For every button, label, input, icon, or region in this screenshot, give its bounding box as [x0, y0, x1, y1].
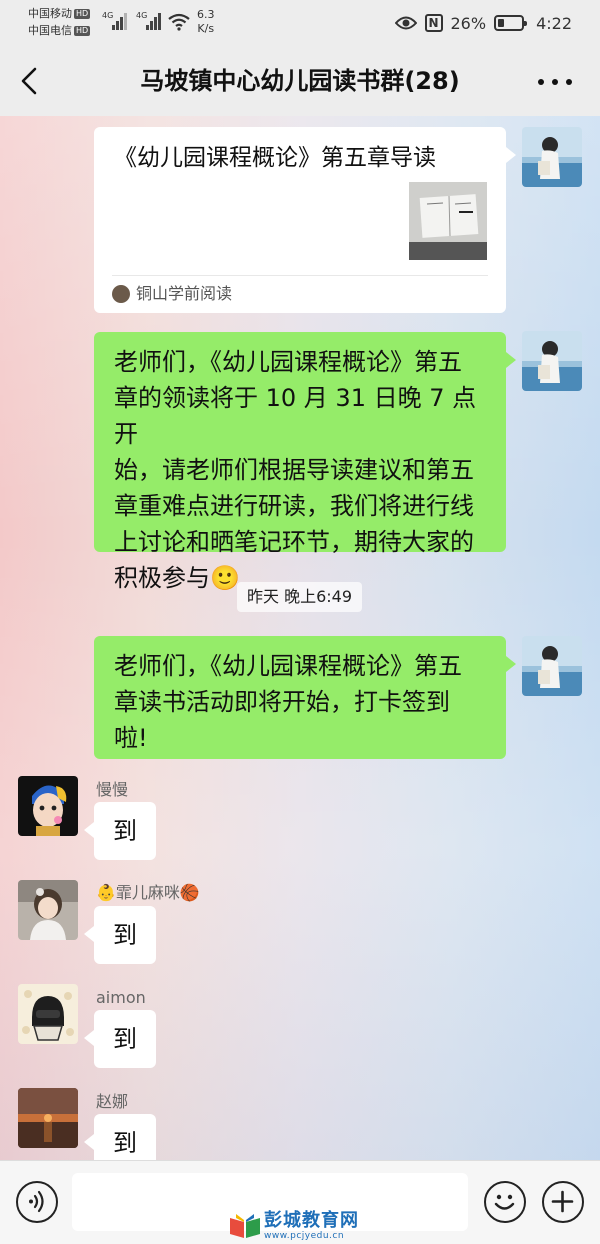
- status-time: 4:22: [536, 13, 572, 33]
- battery-percent: 26%: [450, 13, 487, 33]
- text-message-outgoing[interactable]: 老师们，《幼儿园课程概论》第五 章读书活动即将开始，打卡签到 啦!: [94, 636, 516, 759]
- network-speed: 6.3 K/s: [197, 8, 215, 36]
- carrier-2-label: 中国电信: [28, 24, 72, 37]
- message-list[interactable]: 《幼儿园课程概论》第五章导读 铜山学前阅读 老师们，《幼儿园课程概论》第五 章的…: [0, 116, 600, 1160]
- text-message-incoming[interactable]: 到: [84, 1114, 156, 1160]
- speed-value: 6.3: [197, 8, 215, 21]
- book-logo-icon: [230, 1214, 260, 1238]
- member-avatar-aimon[interactable]: [18, 984, 78, 1044]
- message-line: 啦!: [114, 724, 148, 752]
- more-dots-icon: [552, 79, 558, 85]
- sender-name: 赵娜: [96, 1092, 129, 1111]
- self-avatar[interactable]: [522, 331, 582, 391]
- text-message-incoming[interactable]: 到: [84, 802, 156, 860]
- chat-header: 马坡镇中心幼儿园读书群(28): [0, 46, 600, 116]
- message-line: 老师们，《幼儿园课程概论》第五: [114, 348, 462, 376]
- chat-title: 马坡镇中心幼儿园读书群(28): [140, 67, 460, 95]
- link-card-divider: [112, 275, 488, 276]
- wifi-icon: [168, 13, 190, 31]
- source-account-icon: [112, 285, 130, 303]
- message-line: 始，请老师们根据导读建议和第五: [114, 456, 474, 484]
- member-avatar-image: [18, 984, 78, 1044]
- notebook-photo-image: [409, 182, 487, 260]
- eye-icon: [394, 16, 417, 30]
- carrier-1-label: 中国移动: [28, 7, 72, 20]
- message-line: 章重难点进行研读，我们将进行线: [114, 492, 474, 520]
- battery-icon: [494, 15, 528, 31]
- emoji-icon: [494, 1194, 515, 1210]
- self-avatar[interactable]: [522, 636, 582, 696]
- plus-icon: [551, 1190, 574, 1213]
- link-card-message[interactable]: 《幼儿园课程概论》第五章导读 铜山学前阅读: [94, 127, 516, 313]
- link-card-source: 铜山学前阅读: [136, 284, 233, 303]
- member-avatar-image: [18, 1088, 78, 1148]
- member-avatar-manman[interactable]: [18, 776, 78, 836]
- voice-button[interactable]: [16, 1181, 58, 1223]
- more-dots-icon: [538, 79, 544, 85]
- message-line-last-text: 积极参与: [114, 564, 210, 592]
- member-avatar-image: [18, 880, 78, 940]
- carrier-1: 中国移动 HD: [28, 7, 91, 20]
- emoji-button[interactable]: [484, 1181, 526, 1223]
- more-button[interactable]: [536, 64, 576, 98]
- sender-name: 慢慢: [96, 780, 129, 799]
- text-message-incoming[interactable]: 到: [84, 906, 156, 964]
- sender-name: 👶霏儿麻咪🏀: [96, 883, 200, 902]
- text-message-outgoing[interactable]: 老师们，《幼儿园课程概论》第五 章的领读将于 10 月 31 日晚 7 点开 始…: [94, 332, 516, 592]
- link-card-title: 《幼儿园课程概论》第五章导读: [114, 145, 436, 171]
- message-line: 老师们，《幼儿园课程概论》第五: [114, 652, 462, 680]
- self-avatar-image: [522, 331, 582, 391]
- wechat-group-chat-screen: 中国移动 HD 中国电信 HD 4G 4G 6.3 K/s N 26% 4:22…: [0, 0, 600, 1244]
- self-avatar-image: [522, 127, 582, 187]
- more-dots-icon: [566, 79, 572, 85]
- voice-icon: [29, 1190, 44, 1213]
- smile-emoji-icon: 🙂: [210, 564, 240, 592]
- site-watermark: 彭城教育网 www.pcjyedu.cn: [228, 1210, 376, 1242]
- watermark-text: 彭城教育网: [264, 1210, 359, 1231]
- member-avatar-zhaona[interactable]: [18, 1088, 78, 1148]
- time-divider: 昨天 晚上6:49: [237, 582, 363, 612]
- watermark-url: www.pcjyedu.cn: [264, 1231, 345, 1241]
- speed-unit: K/s: [197, 22, 215, 35]
- self-avatar-image: [522, 636, 582, 696]
- sender-name: aimon: [96, 988, 146, 1007]
- status-right-group: N 26% 4:22: [394, 12, 572, 34]
- signal-bars-icon: [146, 12, 162, 30]
- text-message-incoming[interactable]: 到: [84, 1010, 156, 1068]
- signal-bars-icon: [112, 12, 128, 30]
- battery-fill: [498, 19, 505, 27]
- link-card-thumbnail: [409, 182, 487, 260]
- message-line: 章读书活动即将开始，打卡签到: [114, 688, 450, 716]
- member-avatar-image: [18, 776, 78, 836]
- member-avatar-feier[interactable]: [18, 880, 78, 940]
- hd-badge: HD: [74, 26, 91, 36]
- message-line: 上讨论和晒笔记环节，期待大家的: [114, 528, 474, 556]
- plus-button[interactable]: [542, 1181, 584, 1223]
- self-avatar[interactable]: [522, 127, 582, 187]
- status-bar: 中国移动 HD 中国电信 HD 4G 4G 6.3 K/s N 26% 4:22: [0, 0, 600, 46]
- nfc-icon: N: [424, 14, 443, 32]
- carrier-2: 中国电信 HD: [28, 24, 91, 37]
- hd-badge: HD: [74, 9, 91, 19]
- message-line: 章的领读将于 10 月 31 日晚 7 点开: [114, 384, 477, 448]
